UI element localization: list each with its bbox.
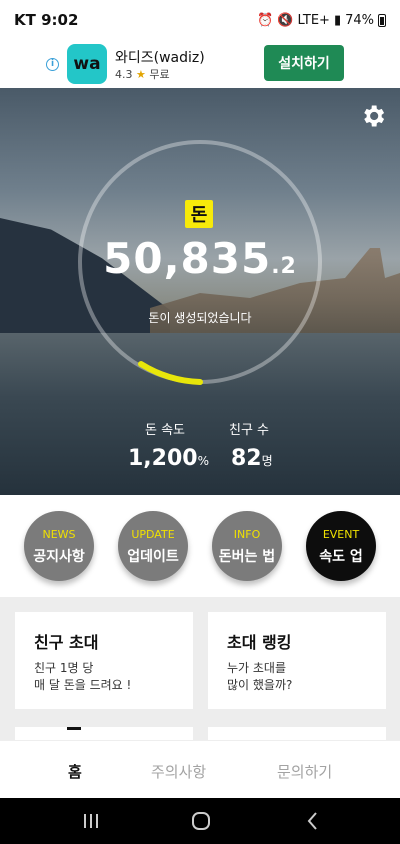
invite-ranking-card[interactable]: 초대 랭킹 누가 초대를 많이 했을까? [208, 612, 386, 709]
back-icon[interactable] [300, 808, 326, 834]
gear-icon[interactable] [359, 102, 387, 130]
news-en-label: NEWS [42, 528, 76, 541]
ad-app-name: 와디즈(wadiz) [115, 50, 205, 66]
speed-label: 돈 속도 [145, 423, 186, 438]
event-ko-label: 속도 업 [319, 549, 363, 565]
news-ko-label: 공지사항 [33, 549, 85, 565]
invite-friend-card[interactable]: 친구 초대 친구 1명 당 매 달 돈을 드려요 ! [15, 612, 193, 709]
system-nav-bar [0, 798, 400, 844]
battery-percent: 74% [345, 12, 374, 28]
event-en-label: EVENT [322, 528, 360, 541]
info-icon[interactable]: i [46, 58, 59, 71]
money-decimal: .2 [271, 254, 297, 279]
invite-card-desc-line2: 매 달 돈을 드려요 ! [34, 678, 132, 692]
friends-unit: 명 [261, 454, 273, 468]
status-icons: ⏰ 🔇 LTE+ ▮ 74% [257, 13, 386, 28]
ad-rating: 4.3 [115, 68, 133, 81]
info-button[interactable]: INFO 돈버는 법 [212, 511, 282, 581]
nav-notice[interactable]: 주의사항 [151, 761, 206, 782]
status-bar: KT 9:02 ⏰ 🔇 LTE+ ▮ 74% [0, 0, 400, 40]
nav-home[interactable]: 홈 [68, 761, 82, 782]
speed-unit: % [197, 454, 209, 468]
money-amount: 50,835.2 [0, 234, 400, 283]
ranking-card-desc-line2: 많이 했을까? [227, 678, 293, 692]
ranking-card-desc: 누가 초대를 많이 했을까? [227, 660, 292, 694]
ranking-card-desc-line1: 누가 초대를 [227, 661, 287, 675]
bottom-nav: 홈 주의사항 문의하기 [0, 740, 400, 798]
friends-number: 82 [231, 446, 262, 471]
alarm-icon: ⏰ [257, 12, 274, 28]
info-en-label: INFO [233, 528, 261, 541]
speed-value: 1,200% [128, 446, 209, 471]
ad-price: 무료 [149, 68, 170, 81]
nav-inquiry[interactable]: 문의하기 [277, 761, 332, 782]
status-carrier-time: KT 9:02 [14, 11, 79, 29]
friends-value: 82명 [231, 446, 273, 471]
currency-badge: 돈 [185, 200, 213, 228]
cards-section: 친구 초대 친구 1명 당 매 달 돈을 드려요 ! 초대 랭킹 누가 초대를 … [0, 597, 400, 747]
update-ko-label: 업데이트 [127, 549, 179, 565]
mute-icon: 🔇 [277, 12, 294, 28]
info-ko-label: 돈버는 법 [218, 549, 276, 565]
battery-icon [378, 13, 386, 27]
money-integer: 50,835 [103, 234, 272, 283]
invite-card-title: 친구 초대 [34, 633, 99, 652]
ad-app-logo: wa [67, 44, 107, 84]
home-icon[interactable] [188, 808, 214, 834]
invite-card-desc: 친구 1명 당 매 달 돈을 드려요 ! [34, 660, 131, 694]
recent-apps-icon[interactable] [78, 808, 104, 834]
event-button[interactable]: EVENT 속도 업 [306, 511, 376, 581]
hero-section: 돈 50,835.2 돈이 생성되었습니다 돈 속도 1,200% 친구 수 8… [0, 88, 400, 495]
news-button[interactable]: NEWS 공지사항 [24, 511, 94, 581]
ranking-card-title: 초대 랭킹 [227, 633, 292, 652]
install-button[interactable]: 설치하기 [264, 45, 344, 81]
ad-banner[interactable]: i wa 와디즈(wadiz) 4.3 ★ 무료 설치하기 [0, 40, 400, 88]
money-status: 돈이 생성되었습니다 [148, 311, 252, 325]
peek-mark [67, 727, 81, 730]
star-icon: ★ [136, 68, 146, 81]
speed-number: 1,200 [128, 446, 198, 471]
update-button[interactable]: UPDATE 업데이트 [118, 511, 188, 581]
update-en-label: UPDATE [131, 528, 175, 541]
ad-meta: 4.3 ★ 무료 [115, 66, 170, 82]
circle-menu: NEWS 공지사항 UPDATE 업데이트 INFO 돈버는 법 EVENT 속… [0, 495, 400, 597]
network-label: LTE+ [297, 12, 330, 28]
friends-label: 친구 수 [229, 423, 270, 438]
signal-icon: ▮ [333, 12, 342, 28]
invite-card-desc-line1: 친구 1명 당 [34, 661, 94, 675]
